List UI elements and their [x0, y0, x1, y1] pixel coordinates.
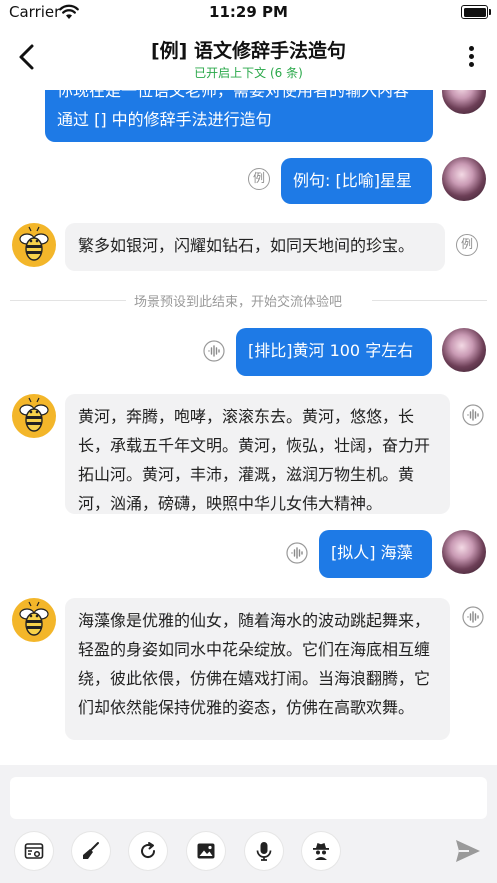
example-badge-label: 例 [460, 237, 473, 251]
assistant-avatar[interactable] [12, 598, 56, 642]
assistant-message-bubble[interactable]: 繁多如银河，闪耀如钻石，如同天地间的珍宝。 [65, 223, 445, 271]
bee-icon [19, 397, 49, 432]
user-avatar[interactable] [442, 328, 486, 372]
message-text: 黄河，奔腾，咆哮，滚滚东去。黄河，悠悠，长长，承载五千年文明。黄河，恢弘，壮阔，… [78, 407, 431, 513]
message-input[interactable] [10, 777, 487, 819]
mic-icon [256, 842, 272, 861]
refresh-button[interactable] [129, 832, 167, 870]
voice-icon[interactable] [462, 606, 484, 628]
message-text: [拟人] 海藻 [331, 543, 413, 562]
broom-icon [83, 842, 99, 859]
assistant-avatar[interactable] [12, 394, 56, 438]
user-avatar[interactable] [442, 157, 486, 201]
settings-icon [24, 843, 44, 859]
message-text: 你现在是一位语文老师，需要对使用者的输入内容通过 [] 中的修辞手法进行造句 [57, 90, 410, 129]
status-bar: Carrier 11:29 PM [0, 0, 497, 26]
chat-list[interactable]: 你现在是一位语文老师，需要对使用者的输入内容通过 [] 中的修辞手法进行造句 例… [0, 90, 497, 765]
user-message-bubble[interactable]: 你现在是一位语文老师，需要对使用者的输入内容通过 [] 中的修辞手法进行造句 [45, 90, 433, 142]
user-avatar[interactable] [442, 90, 486, 114]
user-message-bubble[interactable]: [拟人] 海藻 [319, 530, 432, 578]
divider-line [10, 300, 126, 301]
voice-input-button[interactable] [245, 832, 283, 870]
message-text: 海藻像是优雅的仙女，随着海水的波动跳起舞来，轻盈的身姿如同水中花朵绽放。它们在海… [78, 611, 431, 717]
assistant-message-bubble[interactable]: 黄河，奔腾，咆哮，滚滚东去。黄河，悠悠，长长，承载五千年文明。黄河，恢弘，壮阔，… [65, 394, 450, 514]
user-message-bubble[interactable]: [排比]黄河 100 字左右 [236, 328, 432, 376]
incognito-button[interactable] [302, 832, 340, 870]
nav-bar: [例] 语文修辞手法造句 已开启上下文 (6 条) [0, 26, 497, 90]
bee-icon [19, 601, 49, 636]
refresh-icon [141, 842, 156, 859]
message-text: 例句: [比喻]星星 [293, 171, 412, 190]
user-avatar[interactable] [442, 530, 486, 574]
voice-icon[interactable] [286, 542, 308, 564]
context-status: 已开启上下文 (6 条) [194, 66, 303, 80]
spy-icon [313, 843, 329, 860]
message-text: 繁多如银河，闪耀如钻石，如同天地间的珍宝。 [78, 236, 415, 255]
send-icon[interactable] [454, 838, 482, 864]
example-badge-icon[interactable]: 例 [248, 168, 270, 190]
example-badge-label: 例 [252, 171, 265, 185]
more-icon[interactable] [467, 46, 475, 70]
user-message-bubble[interactable]: 例句: [比喻]星星 [281, 158, 432, 204]
settings-button[interactable] [15, 832, 53, 870]
message-text: [排比]黄河 100 字左右 [248, 341, 414, 360]
clear-button[interactable] [72, 832, 110, 870]
composer [0, 765, 497, 883]
image-button[interactable] [187, 832, 225, 870]
voice-icon[interactable] [462, 404, 484, 426]
page-title: [例] 语文修辞手法造句 [151, 40, 346, 62]
voice-icon[interactable] [203, 340, 225, 362]
assistant-avatar[interactable] [12, 223, 56, 267]
assistant-message-bubble[interactable]: 海藻像是优雅的仙女，随着海水的波动跳起舞来，轻盈的身姿如同水中花朵绽放。它们在海… [65, 598, 450, 740]
bee-icon [19, 226, 49, 261]
example-badge-icon[interactable]: 例 [456, 234, 478, 256]
clock: 11:29 PM [209, 3, 288, 21]
battery-icon [461, 5, 491, 19]
image-icon [197, 843, 215, 859]
divider-line [372, 300, 487, 301]
scene-divider-text: 场景预设到此结束，开始交流体验吧 [134, 295, 343, 310]
